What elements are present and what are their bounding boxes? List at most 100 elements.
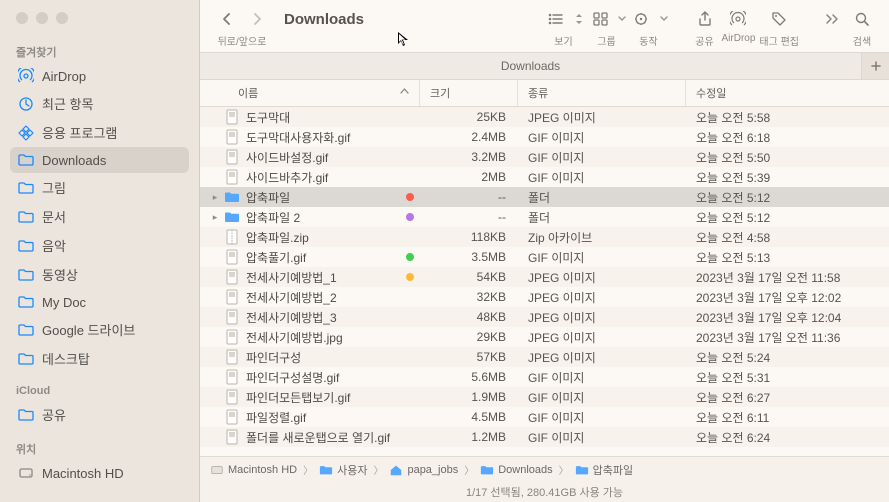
file-date: 오늘 오전 6:24: [686, 429, 889, 446]
sidebar-item-label: 음악: [42, 236, 66, 255]
sidebar-item[interactable]: Google 드라이브: [10, 315, 189, 344]
file-icon: [224, 129, 240, 145]
window-controls: [0, 0, 199, 38]
sidebar-item[interactable]: 문서: [10, 202, 189, 231]
file-kind: GIF 이미지: [518, 369, 686, 386]
file-name: 도구막대: [246, 109, 420, 126]
minimize-dot[interactable]: [36, 12, 48, 24]
sidebar-item[interactable]: 그림: [10, 173, 189, 202]
add-tab-button[interactable]: [861, 53, 889, 79]
group-label: 그룹: [597, 33, 615, 48]
group-group[interactable]: 그룹: [588, 8, 626, 48]
chevrons-icon: [819, 8, 845, 30]
back-button[interactable]: [214, 8, 240, 30]
path-crumb[interactable]: Downloads: [480, 463, 552, 477]
file-row[interactable]: 사이드바추가.gif 2MB GIF 이미지 오늘 오전 5:39: [200, 167, 889, 187]
color-tag: [406, 193, 414, 201]
file-icon: [224, 109, 240, 125]
file-row[interactable]: 전세사기예방법_3 48KB JPEG 이미지 2023년 3월 17일 오후 …: [200, 307, 889, 327]
path-crumb[interactable]: papa_jobs: [389, 463, 458, 477]
path-crumb[interactable]: 사용자: [319, 462, 367, 478]
file-row[interactable]: 폴더를 새로운탭으로 열기.gif 1.2MB GIF 이미지 오늘 오전 6:…: [200, 427, 889, 447]
sidebar: 즐겨찾기AirDrop최근 항목응용 프로그램Downloads그림문서음악동영…: [0, 0, 200, 502]
path-crumb[interactable]: Macintosh HD: [210, 463, 297, 477]
forward-button[interactable]: [244, 8, 270, 30]
file-row[interactable]: 압축풀기.gif 3.5MB GIF 이미지 오늘 오전 5:13: [200, 247, 889, 267]
file-row[interactable]: 파인더구성 57KB JPEG 이미지 오늘 오전 5:24: [200, 347, 889, 367]
file-row[interactable]: ▸ 압축파일 -- 폴더 오늘 오전 5:12: [200, 187, 889, 207]
sidebar-item-label: Google 드라이브: [42, 320, 135, 339]
tag-group[interactable]: 태그 편집: [759, 8, 799, 48]
file-row[interactable]: 전세사기예방법_2 32KB JPEG 이미지 2023년 3월 17일 오후 …: [200, 287, 889, 307]
path-separator: 〉: [462, 462, 476, 477]
path-bar[interactable]: Macintosh HD〉사용자〉papa_jobs〉Downloads〉압축파…: [200, 456, 889, 482]
sidebar-item-label: 문서: [42, 207, 66, 226]
file-row[interactable]: 파일정렬.gif 4.5MB GIF 이미지 오늘 오전 6:11: [200, 407, 889, 427]
close-dot[interactable]: [16, 12, 28, 24]
file-date: 오늘 오전 5:31: [686, 369, 889, 386]
sidebar-item[interactable]: 응용 프로그램: [10, 118, 189, 147]
file-name: 압축풀기.gif: [246, 249, 404, 266]
file-date: 2023년 3월 17일 오전 11:58: [686, 269, 889, 286]
sidebar-item[interactable]: 데스크탑: [10, 344, 189, 373]
path-crumb-label: 압축파일: [593, 462, 633, 478]
sidebar-item[interactable]: My Doc: [10, 289, 189, 315]
action-group[interactable]: 동작: [630, 8, 668, 48]
path-crumb-label: 사용자: [337, 462, 367, 478]
tab-current[interactable]: Downloads: [200, 53, 861, 79]
file-name: 파인더모든탭보기.gif: [246, 389, 420, 406]
file-row[interactable]: 전세사기예방법_1 54KB JPEG 이미지 2023년 3월 17일 오전 …: [200, 267, 889, 287]
file-size: 1.9MB: [420, 390, 518, 404]
column-size[interactable]: 크기: [420, 80, 518, 106]
disclosure-triangle[interactable]: ▸: [210, 192, 220, 203]
path-separator: 〉: [557, 462, 571, 477]
file-size: 3.2MB: [420, 150, 518, 164]
sidebar-item[interactable]: Macintosh HD: [10, 460, 189, 486]
action-icon: [630, 8, 656, 30]
file-size: --: [420, 210, 518, 224]
file-date: 오늘 오전 5:24: [686, 349, 889, 366]
file-icon: [224, 429, 240, 445]
sidebar-item[interactable]: AirDrop: [10, 63, 189, 89]
file-size: 25KB: [420, 110, 518, 124]
disclosure-triangle[interactable]: ▸: [210, 212, 220, 223]
sidebar-item[interactable]: Downloads: [10, 147, 189, 173]
sidebar-item[interactable]: 공유: [10, 400, 189, 429]
column-kind[interactable]: 종류: [518, 80, 686, 106]
search-group[interactable]: 검색: [849, 8, 875, 48]
zoom-dot[interactable]: [56, 12, 68, 24]
airdrop-group[interactable]: AirDrop: [722, 8, 756, 44]
file-size: 2.4MB: [420, 130, 518, 144]
view-group[interactable]: 보기: [544, 8, 584, 48]
file-row[interactable]: 압축파일.zip 118KB Zip 아카이브 오늘 오전 4:58: [200, 227, 889, 247]
file-size: 1.2MB: [420, 430, 518, 444]
file-row[interactable]: 도구막대 25KB JPEG 이미지 오늘 오전 5:58: [200, 107, 889, 127]
column-date[interactable]: 수정일: [686, 80, 889, 106]
sidebar-section-title: 위치: [10, 435, 189, 460]
file-name: 전세사기예방법_2: [246, 289, 420, 306]
column-date-label: 수정일: [696, 85, 726, 101]
path-crumb[interactable]: 압축파일: [575, 462, 633, 478]
file-date: 2023년 3월 17일 오전 11:36: [686, 329, 889, 346]
file-list[interactable]: 도구막대 25KB JPEG 이미지 오늘 오전 5:58 도구막대사용자화.g…: [200, 107, 889, 456]
sidebar-item[interactable]: 음악: [10, 231, 189, 260]
path-separator: 〉: [301, 462, 315, 477]
share-group[interactable]: 공유: [692, 8, 718, 48]
color-tag: [406, 273, 414, 281]
file-row[interactable]: 전세사기예방법.jpg 29KB JPEG 이미지 2023년 3월 17일 오…: [200, 327, 889, 347]
sidebar-item[interactable]: 최근 항목: [10, 89, 189, 118]
file-row[interactable]: ▸ 압축파일 2 -- 폴더 오늘 오전 5:12: [200, 207, 889, 227]
file-row[interactable]: 사이드바설정.gif 3.2MB GIF 이미지 오늘 오전 5:50: [200, 147, 889, 167]
file-row[interactable]: 파인더모든탭보기.gif 1.9MB GIF 이미지 오늘 오전 6:27: [200, 387, 889, 407]
list-icon: [544, 8, 570, 30]
sidebar-section-title: iCloud: [10, 379, 189, 400]
file-icon: [224, 389, 240, 405]
sidebar-item[interactable]: 동영상: [10, 260, 189, 289]
column-name[interactable]: 이름: [200, 80, 420, 106]
chevron-down-icon: [660, 12, 668, 26]
tag-icon: [766, 8, 792, 30]
file-row[interactable]: 파인더구성설명.gif 5.6MB GIF 이미지 오늘 오전 5:31: [200, 367, 889, 387]
overflow-group[interactable]: [819, 8, 845, 44]
file-date: 2023년 3월 17일 오후 12:04: [686, 309, 889, 326]
file-row[interactable]: 도구막대사용자화.gif 2.4MB GIF 이미지 오늘 오전 6:18: [200, 127, 889, 147]
